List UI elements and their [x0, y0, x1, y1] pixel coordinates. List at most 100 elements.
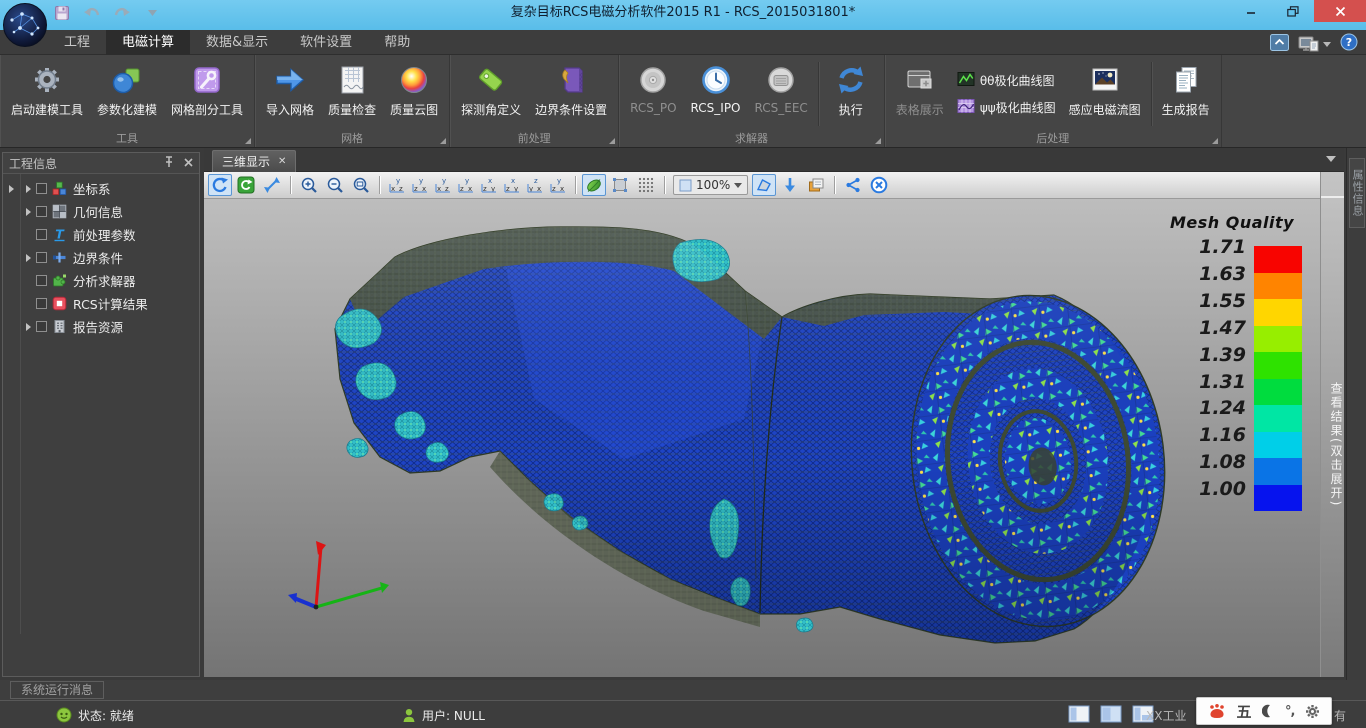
zoom-out-button[interactable] — [323, 174, 347, 196]
tree-item-前处理参数[interactable]: T前处理参数 — [3, 223, 199, 246]
ime-brand-paw-icon[interactable] — [1208, 703, 1226, 719]
menu-tab-em-compute[interactable]: 电磁计算 — [106, 30, 190, 55]
zoom-in-button[interactable] — [297, 174, 321, 196]
tree-checkbox[interactable] — [36, 252, 47, 263]
ribbon-button-RCS_IPO[interactable]: RCS_IPO — [684, 58, 748, 130]
ribbon-button-感应电磁流图[interactable]: 感应电磁流图 — [1062, 58, 1148, 130]
restore-button[interactable] — [1272, 0, 1314, 22]
ime-punctuation-icon[interactable]: °, — [1285, 704, 1294, 719]
pan-tool-button[interactable] — [260, 174, 284, 196]
ribbon-button-RCS_EEC[interactable]: RCS_EEC — [748, 58, 815, 130]
ime-toolbar[interactable]: 五 °, — [1196, 697, 1332, 725]
axis-triad — [288, 541, 389, 609]
legend-value: 1.71 — [1199, 238, 1246, 257]
tree-item-坐标系[interactable]: 坐标系 — [3, 177, 199, 200]
view-orientation-button-2[interactable]: zxy — [409, 174, 431, 196]
close-view-button[interactable] — [867, 174, 891, 196]
tree-item-报告资源[interactable]: 报告资源 — [3, 315, 199, 338]
tree-checkbox[interactable] — [36, 183, 47, 194]
ime-mode-label[interactable]: 五 — [1236, 701, 1251, 722]
ribbon-button-表格展示[interactable]: 表格展示 — [889, 58, 951, 130]
view-orientation-button-5[interactable]: zyx — [478, 174, 500, 196]
tree-checkbox[interactable] — [36, 321, 47, 332]
expander-icon[interactable] — [26, 185, 31, 193]
view-orientation-button-8[interactable]: zxy — [547, 174, 569, 196]
layout-left-panel-button[interactable] — [1068, 705, 1090, 723]
group-expand-corner-icon[interactable] — [245, 138, 251, 144]
collapse-ribbon-button[interactable] — [1270, 34, 1289, 55]
view-orientation-button-4[interactable]: zxy — [455, 174, 477, 196]
expander-icon[interactable] — [26, 323, 31, 331]
view-orientation-button-1[interactable]: xzy — [386, 174, 408, 196]
ribbon-button-执行[interactable]: 执行 — [822, 58, 880, 130]
panel-close-icon[interactable] — [184, 156, 193, 170]
ribbon-button-边界条件设置[interactable]: 边界条件设置 — [528, 58, 614, 130]
ribbon-button-导入网格[interactable]: 导入网格 — [259, 58, 321, 130]
render-canvas-3d[interactable]: Mesh Quality 1.711.631.551.471.391.311.2… — [204, 199, 1320, 677]
group-expand-corner-icon[interactable] — [440, 138, 446, 144]
ime-settings-gear-icon[interactable] — [1305, 704, 1320, 719]
user-label: 用户: NULL — [422, 707, 485, 724]
ribbon-group-前处理: 探测角定义边界条件设置前处理 — [450, 55, 619, 147]
ime-halfmoon-icon[interactable] — [1262, 704, 1275, 718]
rotate-tool-button[interactable] — [208, 174, 232, 196]
property-info-tab[interactable]: 属性信息 — [1349, 158, 1365, 228]
pin-icon[interactable] — [164, 156, 174, 171]
report-window-icon[interactable] — [1298, 35, 1331, 53]
expander-icon[interactable] — [26, 254, 31, 262]
view-orientation-button-7[interactable]: yxz — [524, 174, 546, 196]
ribbon-button-启动建模工具[interactable]: 启动建模工具 — [4, 58, 90, 130]
smooth-shading-button[interactable] — [582, 174, 606, 196]
ribbon-button-质量检查[interactable]: 质量检查 — [321, 58, 383, 130]
ribbon-button-ψψ极化曲线图[interactable]: ψψ极化曲线图 — [957, 97, 1056, 119]
boundary-icon — [52, 250, 68, 265]
tree-item-几何信息[interactable]: 几何信息 — [3, 200, 199, 223]
ribbon-button-网格剖分工具[interactable]: 网格剖分工具 — [164, 58, 250, 130]
share-view-button[interactable] — [841, 174, 865, 196]
view-orientation-button-6[interactable]: zyx — [501, 174, 523, 196]
app-logo[interactable] — [2, 2, 48, 48]
tree-checkbox[interactable] — [36, 275, 47, 286]
minimize-button[interactable] — [1230, 0, 1272, 22]
menu-tab-data-display[interactable]: 数据&显示 — [190, 30, 284, 55]
tree-checkbox[interactable] — [36, 298, 47, 309]
refresh-view-button[interactable] — [234, 174, 258, 196]
flat-shading-button[interactable] — [608, 174, 632, 196]
tab-close-icon[interactable]: ✕ — [278, 156, 286, 167]
menu-tab-project[interactable]: 工程 — [48, 30, 106, 55]
ribbon-button-θθ极化曲线图[interactable]: θθ极化曲线图 — [957, 70, 1056, 92]
ribbon-button-RCS_PO[interactable]: RCS_PO — [623, 58, 683, 130]
group-expand-corner-icon[interactable] — [609, 138, 615, 144]
group-expand-corner-icon[interactable] — [875, 138, 881, 144]
report-icon — [1170, 61, 1202, 99]
tab-3d-display[interactable]: 三维显示 ✕ — [212, 150, 296, 172]
root-expander-icon[interactable] — [9, 185, 14, 193]
system-messages-tab[interactable]: 系统运行消息 — [10, 681, 104, 699]
layout-split-panel-button[interactable] — [1100, 705, 1122, 723]
results-collapsed-strip[interactable]: 查看结果(双击展开) — [1320, 172, 1344, 677]
ribbon-separator — [818, 62, 819, 126]
help-icon[interactable]: ? — [1340, 33, 1358, 55]
ribbon-button-探测角定义[interactable]: 探测角定义 — [454, 58, 528, 130]
ribbon-button-质量云图[interactable]: 质量云图 — [383, 58, 445, 130]
zoom-fit-button[interactable] — [349, 174, 373, 196]
tree-checkbox[interactable] — [36, 206, 47, 217]
menu-tab-software-settings[interactable]: 软件设置 — [284, 30, 368, 55]
scene-layers-button[interactable] — [804, 174, 828, 196]
expander-icon[interactable] — [26, 208, 31, 216]
tree-item-RCS计算结果[interactable]: RCS计算结果 — [3, 292, 199, 315]
wireframe-points-button[interactable] — [634, 174, 658, 196]
menu-tab-help[interactable]: 帮助 — [368, 30, 426, 55]
close-button[interactable] — [1314, 0, 1366, 22]
tree-item-边界条件[interactable]: 边界条件 — [3, 246, 199, 269]
zoom-level-select[interactable]: 100% — [673, 175, 748, 195]
ribbon-button-参数化建模[interactable]: 参数化建模 — [90, 58, 164, 130]
group-expand-corner-icon[interactable] — [1212, 138, 1218, 144]
drop-view-button[interactable] — [778, 174, 802, 196]
clip-plane-button[interactable] — [752, 174, 776, 196]
ribbon-button-生成报告[interactable]: 生成报告 — [1155, 58, 1217, 130]
tree-item-分析求解器[interactable]: 分析求解器 — [3, 269, 199, 292]
tab-list-dropdown-icon[interactable] — [1326, 156, 1336, 162]
view-orientation-button-3[interactable]: xzy — [432, 174, 454, 196]
tree-checkbox[interactable] — [36, 229, 47, 240]
